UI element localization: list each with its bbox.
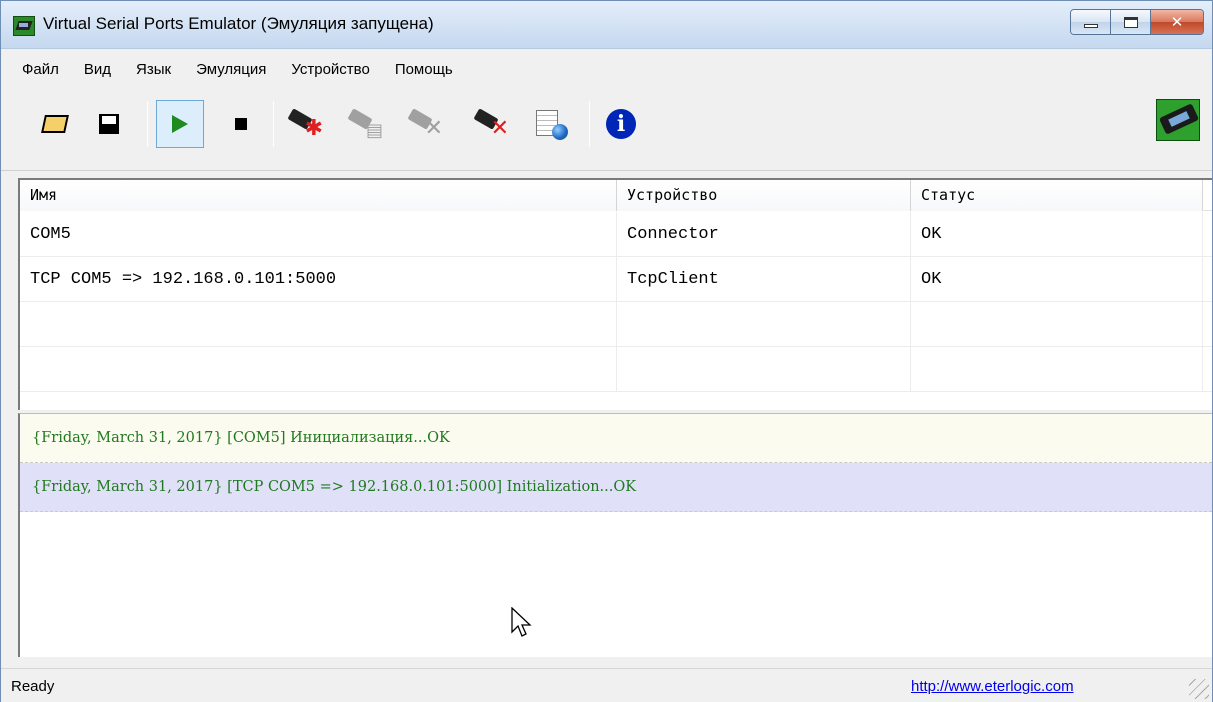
close-icon: ✕: [1170, 14, 1184, 31]
cell-status: OK: [911, 257, 1203, 302]
app-window: Virtual Serial Ports Emulator (Эмуляция …: [0, 0, 1213, 702]
cell-name: TCP COM5 => 192.168.0.101:5000: [20, 257, 617, 302]
create-device-icon: ✱: [287, 108, 323, 140]
start-emulation-button[interactable]: [156, 100, 204, 148]
maximize-icon: [1123, 16, 1138, 28]
menu-bar: Файл Вид Язык Эмуляция Устройство Помощь: [1, 49, 1212, 89]
website-link[interactable]: http://www.eterlogic.com: [911, 678, 1074, 695]
cell-status: [911, 302, 1203, 347]
properties-icon: ▤: [365, 120, 383, 140]
log-entry: {Friday, March 31, 2017} [COM5] Инициали…: [20, 414, 1212, 463]
device-list-header: Имя Устройство Статус: [20, 180, 1212, 211]
cell-device: Connector: [617, 212, 911, 257]
device-list[interactable]: Имя Устройство Статус COM5 Connector OK …: [18, 178, 1212, 410]
toolbar-separator: [273, 101, 274, 147]
cell-status: OK: [911, 212, 1203, 257]
about-button[interactable]: i: [597, 100, 645, 148]
cell-name: [20, 347, 617, 392]
mouse-cursor-icon: [511, 607, 532, 637]
device-properties-button[interactable]: ▤: [341, 100, 389, 148]
close-button[interactable]: ✕: [1151, 10, 1203, 34]
column-header-device[interactable]: Устройство: [617, 180, 911, 211]
window-controls: ✕: [1070, 9, 1204, 35]
terminal-button[interactable]: [527, 100, 575, 148]
open-button[interactable]: [31, 100, 79, 148]
toolbar: ✱ ▤ ✕ ✕ i: [1, 89, 1212, 171]
app-icon: [13, 16, 35, 36]
table-row[interactable]: COM5 Connector OK: [20, 212, 1212, 257]
title-bar[interactable]: Virtual Serial Ports Emulator (Эмуляция …: [1, 1, 1212, 49]
log-entry: {Friday, March 31, 2017} [TCP COM5 => 19…: [20, 463, 1212, 512]
menu-emulation[interactable]: Эмуляция: [183, 61, 278, 78]
menu-device[interactable]: Устройство: [278, 61, 381, 78]
save-icon: [99, 114, 119, 134]
terminal-globe-icon: [534, 108, 568, 140]
cell-status: [911, 347, 1203, 392]
device-rows: COM5 Connector OK TCP COM5 => 192.168.0.…: [20, 212, 1212, 392]
cell-device: TcpClient: [617, 257, 911, 302]
menu-view[interactable]: Вид: [71, 61, 123, 78]
delete-device-button[interactable]: ✕: [467, 100, 515, 148]
menu-language[interactable]: Язык: [123, 61, 183, 78]
maximize-button[interactable]: [1111, 10, 1151, 34]
table-row[interactable]: TCP COM5 => 192.168.0.101:5000 TcpClient…: [20, 257, 1212, 302]
remove-device-icon: ✕: [407, 108, 443, 140]
delete-device-icon: ✕: [473, 108, 509, 140]
status-text: Ready: [11, 678, 55, 695]
menu-help[interactable]: Помощь: [382, 61, 465, 78]
cell-device: [617, 347, 911, 392]
device-properties-icon: ▤: [347, 108, 383, 140]
asterisk-icon: ✱: [304, 115, 323, 140]
toolbar-separator: [147, 101, 148, 147]
create-device-button[interactable]: ✱: [281, 100, 329, 148]
cell-name: [20, 302, 617, 347]
table-row-empty: [20, 302, 1212, 347]
x-grey-icon: ✕: [424, 115, 443, 140]
log-panel[interactable]: {Friday, March 31, 2017} [COM5] Инициали…: [18, 413, 1212, 657]
play-icon: [172, 115, 188, 133]
info-icon: i: [606, 109, 636, 139]
open-icon: [41, 115, 69, 133]
table-row-empty: [20, 347, 1212, 392]
remove-device-button-disabled[interactable]: ✕: [401, 100, 449, 148]
column-header-name[interactable]: Имя: [20, 180, 617, 211]
window-title: Virtual Serial Ports Emulator (Эмуляция …: [43, 14, 434, 33]
status-bar: Ready http://www.eterlogic.com: [1, 668, 1212, 702]
brand-logo: [1156, 99, 1200, 141]
column-header-status[interactable]: Статус: [911, 180, 1203, 211]
globe-icon: [552, 124, 568, 140]
toolbar-separator: [589, 101, 590, 147]
minimize-button[interactable]: [1071, 10, 1111, 34]
save-button[interactable]: [85, 100, 133, 148]
cell-device: [617, 302, 911, 347]
minimize-icon: [1083, 24, 1098, 28]
cell-name: COM5: [20, 212, 617, 257]
stop-icon: [235, 118, 247, 130]
stop-emulation-button[interactable]: [217, 100, 265, 148]
menu-file[interactable]: Файл: [9, 61, 71, 78]
resize-grip-icon[interactable]: [1189, 679, 1209, 699]
x-red-icon: ✕: [490, 115, 509, 140]
